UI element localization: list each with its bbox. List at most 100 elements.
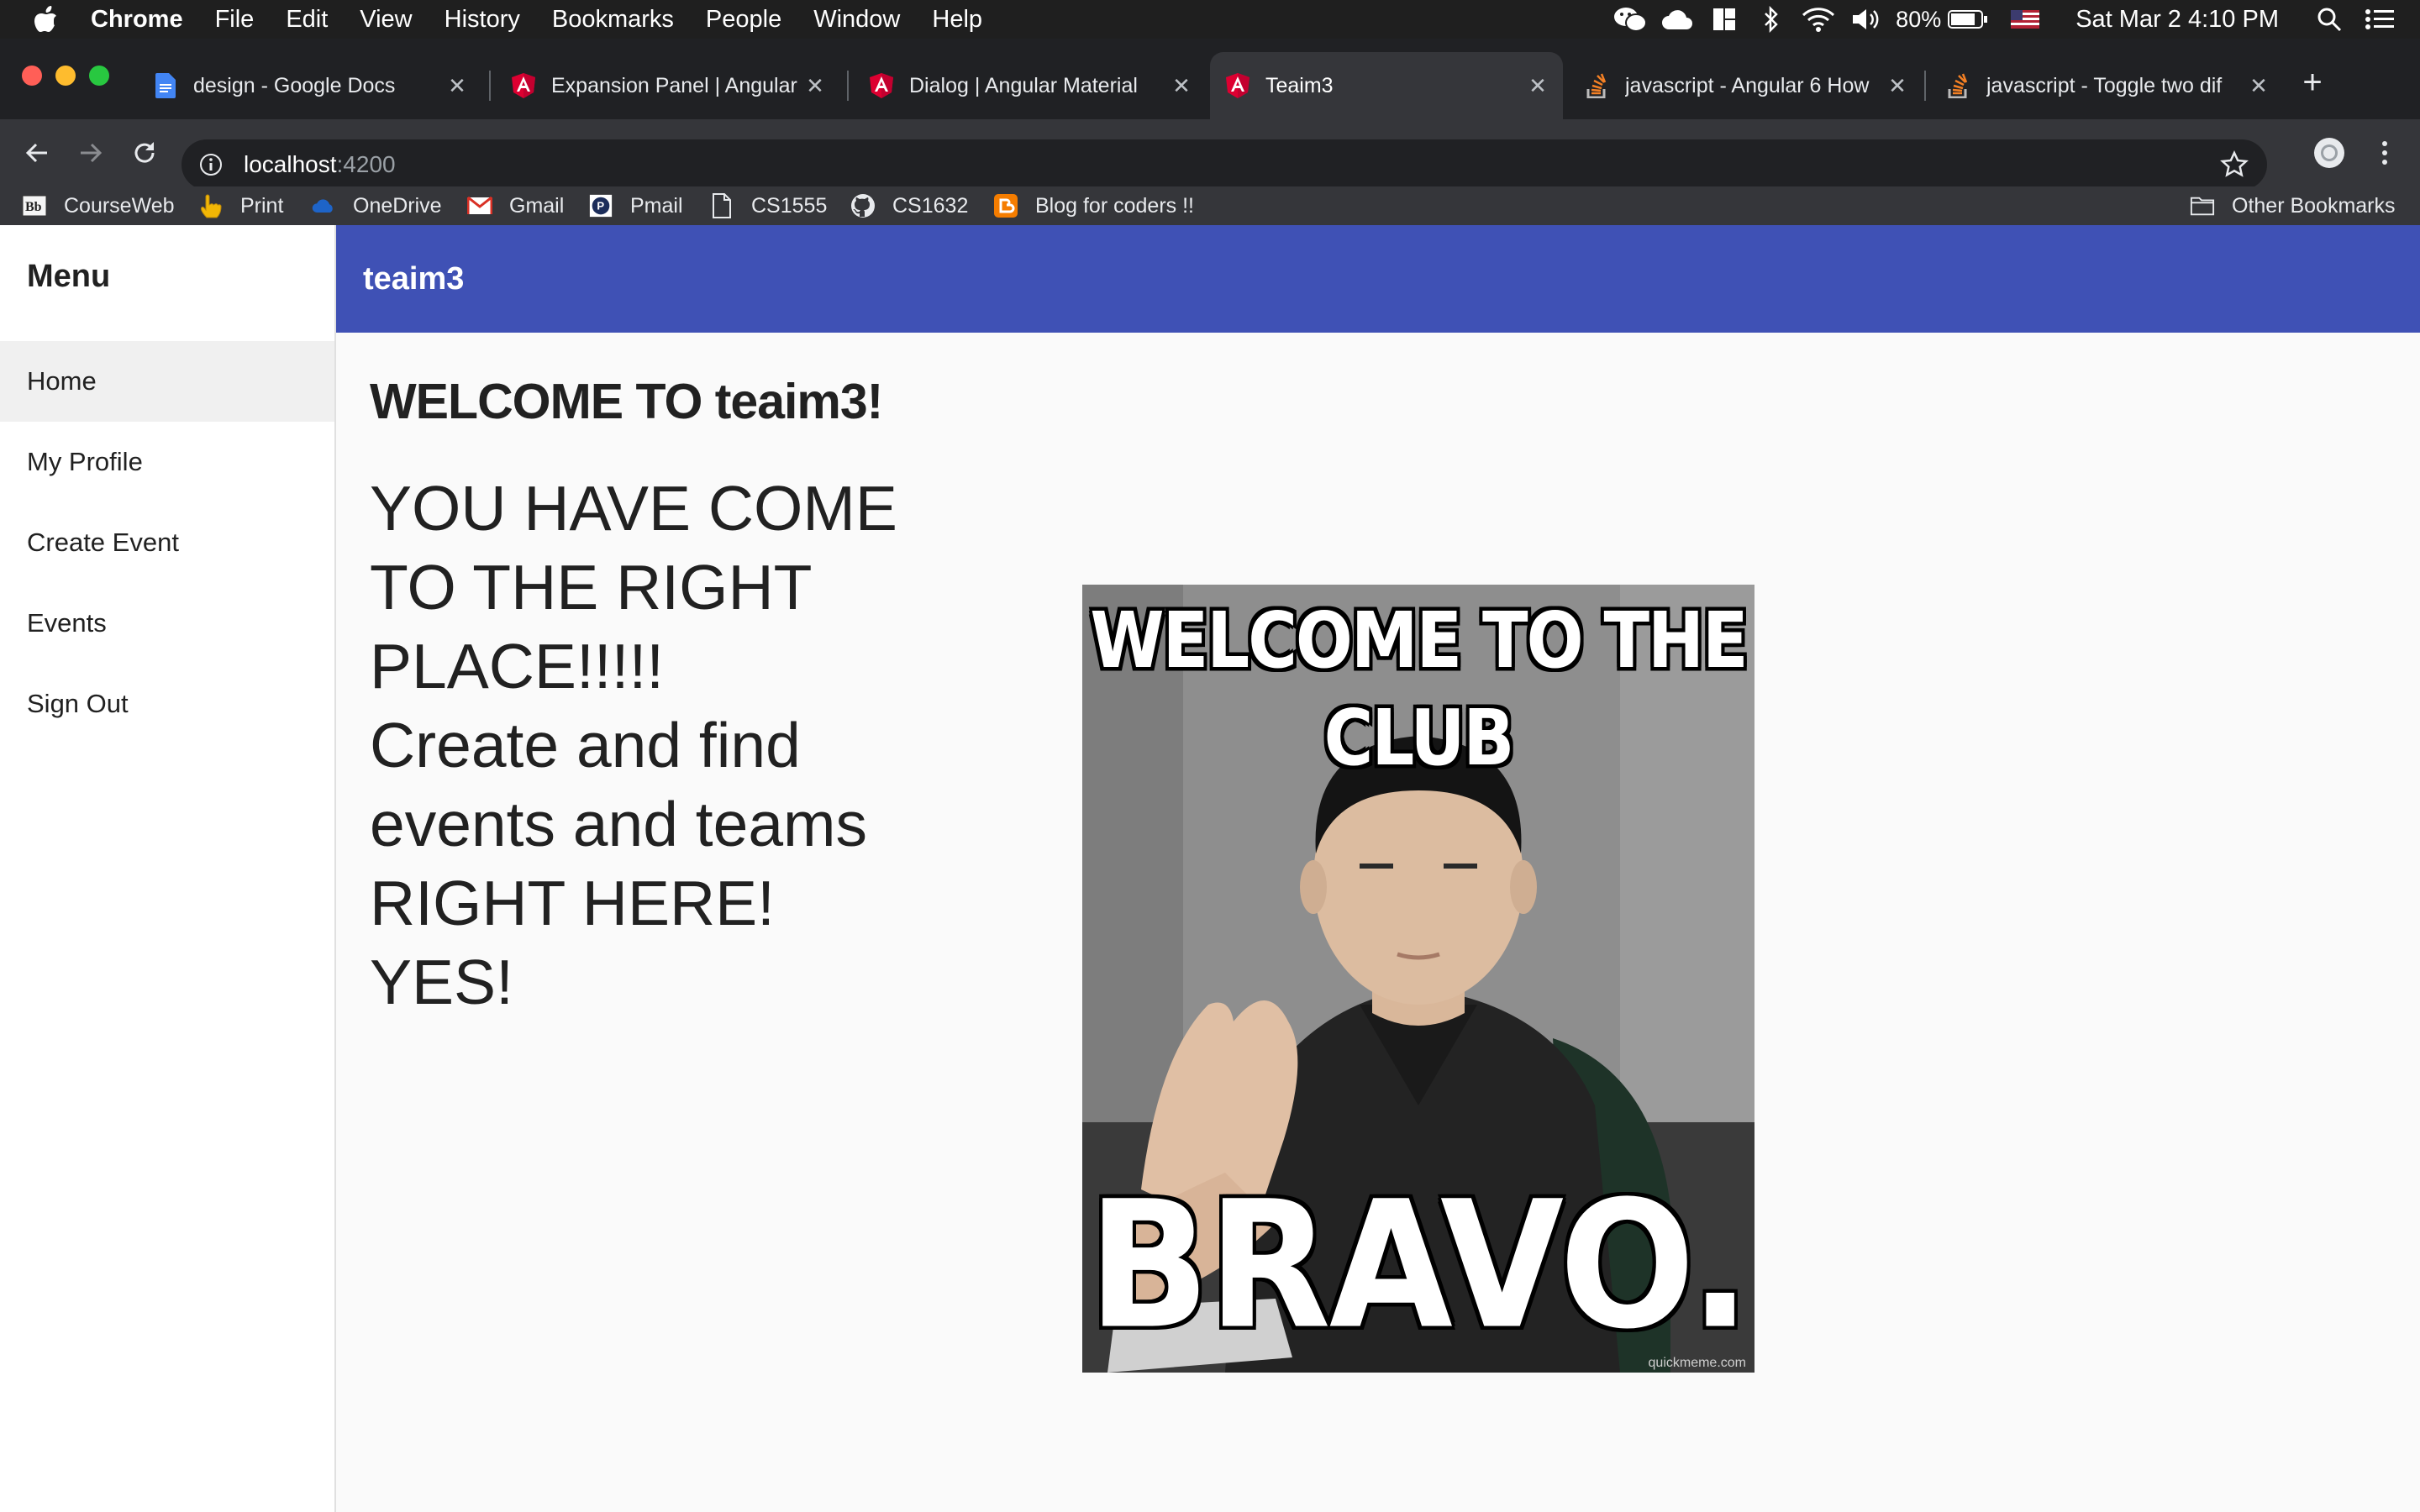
- tagline-line: events and teams: [370, 789, 868, 859]
- volume-icon[interactable]: [1849, 7, 1882, 32]
- nav-item-sign-out[interactable]: Sign Out: [0, 664, 334, 744]
- app-toolbar: teaim3: [336, 225, 2420, 333]
- tab-title: design - Google Docs: [193, 73, 396, 97]
- menu-history[interactable]: History: [445, 6, 520, 34]
- bluetooth-icon[interactable]: [1754, 6, 1788, 33]
- meme-top-text-line2: CLUB: [1323, 693, 1515, 783]
- back-arrow-icon[interactable]: [20, 136, 54, 170]
- new-tab-button[interactable]: +: [2297, 64, 2328, 101]
- close-icon[interactable]: ✕: [445, 73, 469, 98]
- menubar-clock[interactable]: Sat Mar 2 4:10 PM: [2075, 6, 2279, 34]
- angular-icon: [511, 73, 536, 98]
- forward-arrow-icon[interactable]: [74, 136, 108, 170]
- url-port: :4200: [336, 151, 396, 177]
- github-icon: [850, 193, 876, 218]
- tab-title: javascript - Toggle two dif: [1986, 73, 2223, 97]
- spotlight-search-icon[interactable]: [2312, 7, 2346, 32]
- nav-item-home[interactable]: Home: [0, 341, 334, 422]
- window-minimize-button[interactable]: [55, 66, 76, 86]
- menu-file[interactable]: File: [215, 6, 255, 34]
- tagline-line: PLACE!!!!!: [370, 631, 665, 701]
- close-icon[interactable]: ✕: [2247, 73, 2270, 98]
- browser-tab-strip: design - Google Docs ✕ Expansion Panel |…: [0, 39, 2420, 119]
- other-bookmarks-folder[interactable]: Other Bookmarks: [2190, 190, 2396, 222]
- flag-us-icon[interactable]: [2008, 7, 2042, 32]
- meme-bottom-text: BRAVO.: [1087, 1163, 1751, 1368]
- menu-bookmarks[interactable]: Bookmarks: [552, 6, 674, 34]
- other-bookmarks-label: Other Bookmarks: [2232, 193, 2396, 218]
- tab-title: Dialog | Angular Material: [909, 73, 1138, 97]
- reload-icon[interactable]: [128, 136, 161, 170]
- google-docs-icon: [153, 73, 178, 98]
- bookmark-onedrive[interactable]: OneDrive: [311, 190, 442, 222]
- bookmark-label: Blog for coders !!: [1035, 193, 1194, 218]
- menu-edit[interactable]: Edit: [286, 6, 328, 34]
- bookmark-courseweb[interactable]: Bb CourseWeb: [22, 190, 175, 222]
- wechat-icon[interactable]: [1613, 7, 1648, 32]
- tagline-line: YOU HAVE COME: [370, 473, 897, 543]
- app-title: teaim3: [363, 260, 465, 297]
- angular-icon: [1225, 73, 1250, 98]
- tab-google-docs[interactable]: design - Google Docs ✕: [138, 52, 482, 119]
- wifi-icon[interactable]: [1802, 7, 1835, 32]
- nav-item-events[interactable]: Events: [0, 583, 334, 664]
- bookmark-cs1632[interactable]: CS1632: [850, 190, 968, 222]
- meme-watermark: quickmeme.com: [1648, 1356, 1746, 1370]
- blogger-icon: [993, 193, 1018, 218]
- tab-separator: [489, 71, 491, 101]
- bookmark-star-icon[interactable]: [2220, 150, 2249, 179]
- bookmark-gmail[interactable]: Gmail: [467, 190, 564, 222]
- profile-avatar-icon[interactable]: [2312, 136, 2346, 170]
- tab-dialog-angular-material[interactable]: Dialog | Angular Material ✕: [854, 52, 1207, 119]
- close-icon[interactable]: ✕: [803, 73, 827, 98]
- tab-expansion-panel[interactable]: Expansion Panel | Angular ✕: [496, 52, 840, 119]
- blackboard-icon: Bb: [22, 193, 47, 218]
- nav-item-create-event[interactable]: Create Event: [0, 502, 334, 583]
- kebab-menu-icon[interactable]: [2368, 136, 2402, 170]
- apple-icon[interactable]: [34, 5, 59, 34]
- battery-percentage: 80%: [1896, 6, 1942, 32]
- bookmark-label: CS1555: [751, 193, 828, 218]
- tagline-line: Create and find: [370, 710, 801, 780]
- site-info-icon[interactable]: [198, 152, 224, 177]
- cloud-icon[interactable]: [1660, 7, 1694, 32]
- tagline-line: YES!: [370, 947, 513, 1017]
- angular-icon: [869, 73, 894, 98]
- tab-stackoverflow-angular6[interactable]: javascript - Angular 6 How ✕: [1570, 52, 1923, 119]
- bookmark-label: Print: [240, 193, 284, 218]
- bookmarks-bar: Bb CourseWeb Print OneDrive Gmail P Pmai…: [0, 186, 2420, 225]
- bookmark-label: Gmail: [509, 193, 565, 218]
- tab-teaim3-active[interactable]: Teaim3 ✕: [1210, 52, 1563, 119]
- close-icon[interactable]: ✕: [1886, 73, 1909, 98]
- bookmark-cs1555[interactable]: CS1555: [709, 190, 827, 222]
- tab-title: Expansion Panel | Angular: [551, 73, 797, 97]
- tab-title: javascript - Angular 6 How: [1625, 73, 1870, 97]
- menu-people[interactable]: People: [706, 6, 781, 34]
- layout-icon[interactable]: [1707, 7, 1741, 32]
- tagline-line: TO THE RIGHT: [370, 552, 813, 622]
- notification-list-icon[interactable]: [2363, 7, 2396, 32]
- url-host: localhost: [244, 151, 337, 177]
- bookmark-label: CS1632: [892, 193, 969, 218]
- close-icon[interactable]: ✕: [1170, 73, 1193, 98]
- nav-item-my-profile[interactable]: My Profile: [0, 422, 334, 502]
- close-icon[interactable]: ✕: [1526, 73, 1549, 98]
- menu-window[interactable]: Window: [813, 6, 900, 34]
- menu-view[interactable]: View: [360, 6, 412, 34]
- app-viewport: Menu Home My Profile Create Event Events…: [0, 225, 2420, 1512]
- tab-title: Teaim3: [1265, 73, 1334, 97]
- menu-app-chrome[interactable]: Chrome: [91, 6, 183, 34]
- tab-stackoverflow-toggle[interactable]: javascript - Toggle two dif ✕: [1931, 52, 2284, 119]
- pmail-icon: P: [588, 193, 613, 218]
- bookmark-blog-for-coders[interactable]: Blog for coders !!: [993, 190, 1194, 222]
- window-maximize-button[interactable]: [89, 66, 109, 86]
- address-bar[interactable]: localhost:4200: [182, 139, 2267, 190]
- bookmark-print[interactable]: Print: [198, 190, 283, 222]
- stackoverflow-icon: [1946, 73, 1971, 98]
- window-close-button[interactable]: [22, 66, 42, 86]
- meme-top-text-line1: WELCOME TO THE: [1090, 596, 1748, 685]
- battery-icon[interactable]: [1948, 7, 1988, 32]
- bookmark-pmail[interactable]: P Pmail: [588, 190, 683, 222]
- page-icon: [709, 193, 734, 218]
- menu-help[interactable]: Help: [932, 6, 982, 34]
